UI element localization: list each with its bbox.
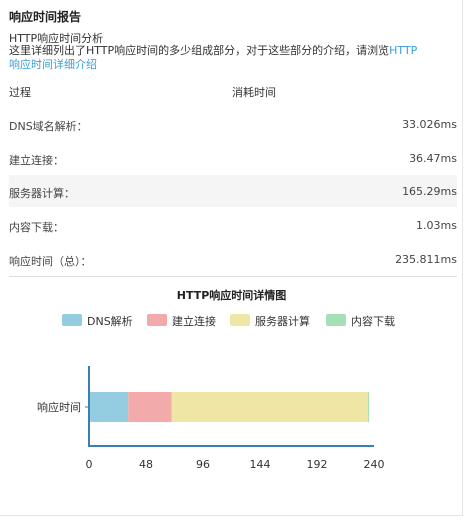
legend-label: DNS解析: [87, 315, 133, 328]
column-header-process: 过程: [9, 86, 31, 99]
column-header-time: 消耗时间: [232, 86, 276, 99]
description-text: 这里详细列出了HTTP响应时间的多少组成部分，对于这些部分的介绍，请浏览: [9, 44, 390, 57]
legend-label: 内容下载: [351, 315, 395, 328]
divider: [9, 276, 457, 277]
row-value: 235.811ms: [395, 253, 457, 266]
row-label: DNS域名解析：: [9, 120, 88, 133]
table-row: 服务器计算： 165.29ms: [9, 175, 457, 207]
row-value: 33.026ms: [402, 118, 457, 131]
row-label: 服务器计算：: [9, 187, 75, 200]
row-value: 1.03ms: [416, 219, 457, 232]
row-label: 内容下载：: [9, 221, 64, 234]
table-row: 建立连接： 36.47ms: [9, 142, 457, 174]
legend-swatch: [62, 314, 82, 326]
legend-swatch: [326, 314, 346, 326]
legend-label: 服务器计算: [255, 315, 310, 328]
report-title: 响应时间报告: [9, 10, 82, 24]
legend-swatch: [230, 314, 250, 326]
table-row: 内容下载： 1.03ms: [9, 209, 457, 241]
chart-title: HTTP响应时间详情图: [176, 289, 287, 302]
table-row: DNS域名解析： 33.026ms: [9, 108, 457, 140]
legend-label: 建立连接: [172, 315, 216, 328]
table-row-total: 响应时间（总）： 235.811ms: [9, 243, 457, 275]
row-label: 响应时间（总）：: [9, 255, 92, 268]
legend-swatch: [147, 314, 167, 326]
row-value: 165.29ms: [402, 185, 457, 198]
row-label: 建立连接：: [9, 154, 64, 167]
report-description: 这里详细列出了HTTP响应时间的多少组成部分，对于这些部分的介绍，请浏览HTTP…: [9, 44, 457, 72]
row-value: 36.47ms: [409, 152, 457, 165]
